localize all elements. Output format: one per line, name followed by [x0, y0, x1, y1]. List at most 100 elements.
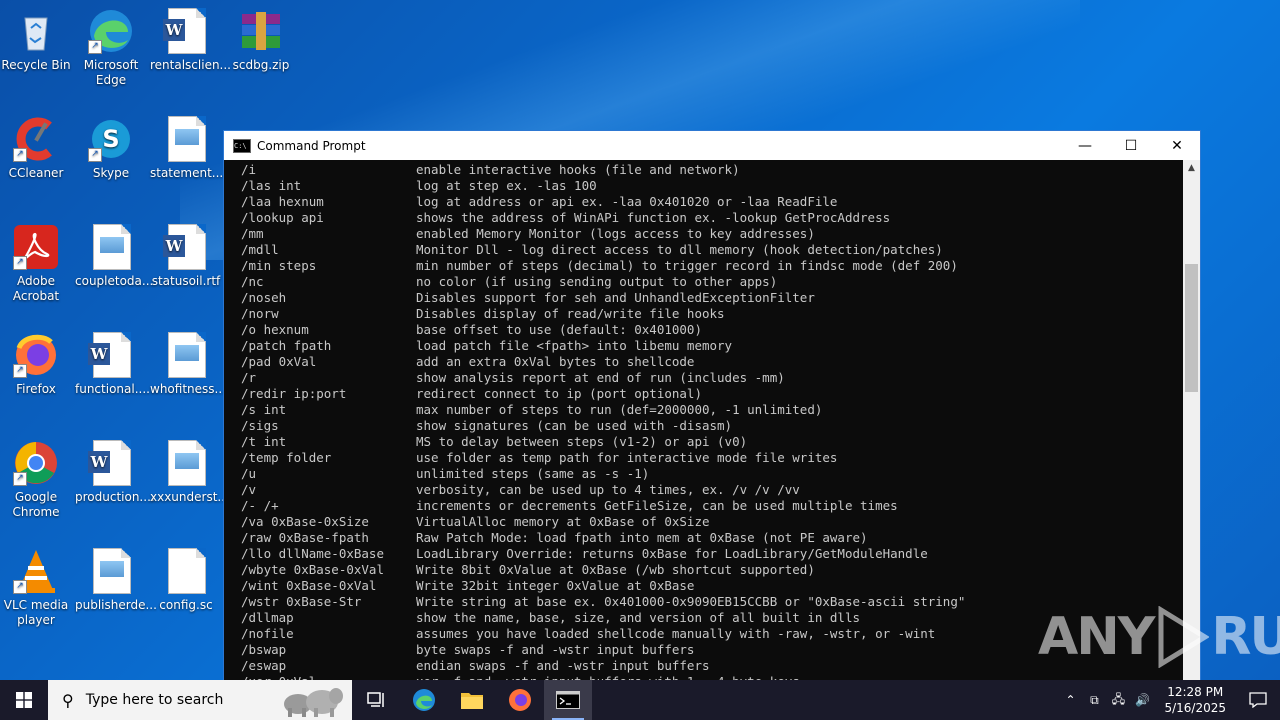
console-description: assumes you have loaded shellcode manual… — [416, 626, 936, 641]
console-description: endian swaps -f and -wstr input buffers — [416, 658, 710, 673]
taskbar-edge-icon[interactable] — [400, 680, 448, 720]
desktop-icon[interactable]: whofitness.... — [150, 332, 230, 397]
maximize-button[interactable]: ☐ — [1108, 131, 1154, 160]
console-line: /redir ip:port redirect connect to ip (po… — [241, 386, 1183, 402]
desktop-icon[interactable]: Recycle Bin — [0, 8, 72, 73]
console-description: max number of steps to run (def=2000000,… — [416, 402, 823, 417]
taskbar: ⚲ Type here to search ⌃ ⧉ 🖧 🔊 12:28 PM 5… — [0, 680, 1280, 720]
desktop-icon[interactable]: coupletoda... — [75, 224, 154, 289]
network-drive-icon[interactable]: ⧉ — [1082, 693, 1106, 708]
console-description: verbosity, can be used up to 4 times, ex… — [416, 482, 800, 497]
desktop-icon[interactable]: ↗ Adobe Acrobat — [0, 224, 72, 304]
console-option: /wint 0xBase-0xVal — [241, 578, 377, 593]
image-doc-icon — [163, 440, 209, 486]
desktop-icon-label: statusoil.rtf — [151, 274, 221, 288]
console-line: /llo dllName-0xBase LoadLibrary Override:… — [241, 546, 1183, 562]
console-option: /redir ip:port — [241, 386, 347, 401]
desktop-icon-label: statement.... — [150, 166, 228, 180]
window-titlebar[interactable]: C:\ Command Prompt — ☐ ✕ — [224, 131, 1200, 160]
desktop-icon[interactable]: ↗ Firefox — [0, 332, 72, 397]
image-doc-icon — [88, 548, 134, 594]
console-option: /s int — [241, 402, 287, 417]
console-line: /las int log at step ex. -las 100 — [241, 178, 1183, 194]
network-icon[interactable]: 🖧 — [1106, 690, 1130, 711]
watermark-left: ANY — [1038, 607, 1155, 667]
desktop-icon[interactable]: scdbg.zip — [225, 8, 297, 73]
console-option: /pad 0xVal — [241, 354, 317, 369]
clock-time: 12:28 PM — [1167, 685, 1224, 699]
taskbar-file-explorer-icon[interactable] — [448, 680, 496, 720]
desktop-icon[interactable]: xxxunderst... — [150, 440, 229, 505]
anyrun-watermark: ANY RUN — [1038, 606, 1280, 668]
console-line: /r show analysis report at end of run (in… — [241, 370, 1183, 386]
firefox-icon: ↗ — [13, 332, 59, 378]
console-line: /sigs show signatures (can be used with -… — [241, 418, 1183, 434]
start-button[interactable] — [0, 680, 48, 720]
scrollbar-thumb[interactable] — [1185, 264, 1198, 392]
desktop-icon-label: functional.... — [75, 382, 150, 396]
console-option: /va 0xBase-0xSize — [241, 514, 369, 529]
close-button[interactable]: ✕ — [1154, 131, 1200, 160]
console-option: /r — [241, 370, 257, 385]
console-option: /patch fpath — [241, 338, 332, 353]
play-logo-icon — [1158, 606, 1210, 668]
volume-icon[interactable]: 🔊 — [1130, 693, 1154, 707]
console-option: /min steps — [241, 258, 317, 273]
console-line: /i enable interactive hooks (file and net… — [241, 162, 1183, 178]
console-option: /o hexnum — [241, 322, 309, 337]
desktop-icon[interactable]: Wfunctional.... — [75, 332, 150, 397]
console-option: /u — [241, 466, 257, 481]
minimize-button[interactable]: — — [1062, 131, 1108, 160]
desktop-icon[interactable]: publisherde... — [75, 548, 157, 613]
desktop-icon[interactable]: S ↗ Skype — [75, 116, 147, 181]
windows-logo-icon — [16, 692, 32, 708]
search-placeholder: Type here to search — [85, 692, 224, 708]
console-line: /wint 0xBase-0xVal Write 32bit integer 0x… — [241, 578, 1183, 594]
taskbar-cmd-icon[interactable] — [544, 680, 592, 720]
console-line: /wbyte 0xBase-0xVal Write 8bit 0xValue at… — [241, 562, 1183, 578]
desktop-icon[interactable]: ↗ Google Chrome — [0, 440, 72, 520]
desktop-icon[interactable]: config.sc — [150, 548, 222, 613]
console-description: MS to delay between steps (v1-2) or api … — [416, 434, 748, 449]
console-option: /noseh — [241, 290, 287, 305]
blank-file-icon — [163, 548, 209, 594]
console-description: no color (if using sending output to oth… — [416, 274, 778, 289]
desktop-icon-label: coupletoda... — [75, 274, 154, 288]
cmd-app-icon: C:\ — [233, 138, 251, 153]
console-description: enabled Memory Monitor (logs access to k… — [416, 226, 815, 241]
desktop-icon[interactable]: Wrentalsclien... — [150, 8, 231, 73]
clock[interactable]: 12:28 PM 5/16/2025 — [1154, 684, 1236, 716]
svg-text:S: S — [102, 125, 119, 153]
console-line: /v verbosity, can be used up to 4 times, … — [241, 482, 1183, 498]
image-doc-icon — [88, 224, 134, 270]
console-description: Write 32bit integer 0xValue at 0xBase — [416, 578, 695, 593]
desktop-icon[interactable]: Wproduction.... — [75, 440, 155, 505]
console-description: Raw Patch Mode: load fpath into mem at 0… — [416, 530, 868, 545]
console-line: /patch fpath load patch file <fpath> into… — [241, 338, 1183, 354]
console-option: /nofile — [241, 626, 294, 641]
console-line: /t int MS to delay between steps (v1-2) o… — [241, 434, 1183, 450]
scroll-up-icon[interactable]: ▲ — [1183, 160, 1200, 177]
console-description: Disables display of read/write file hook… — [416, 306, 725, 321]
desktop-icon-label: VLC media player — [3, 598, 69, 627]
shortcut-arrow-icon: ↗ — [13, 364, 27, 378]
console-option: /eswap — [241, 658, 287, 673]
desktop-icon-label: CCleaner — [8, 166, 64, 180]
desktop-icon[interactable]: Wstatusoil.rtf — [150, 224, 222, 289]
edge-icon: ↗ — [88, 8, 134, 54]
desktop-icon[interactable]: ↗ VLC media player — [0, 548, 72, 628]
task-view-icon[interactable] — [352, 680, 400, 720]
taskbar-search-box[interactable]: ⚲ Type here to search — [48, 680, 352, 720]
notification-center-icon[interactable] — [1236, 680, 1280, 720]
console-line: /min steps min number of steps (decimal) … — [241, 258, 1183, 274]
console-option: /nc — [241, 274, 264, 289]
desktop-icon[interactable]: statement.... — [150, 116, 228, 181]
show-hidden-icons-icon[interactable]: ⌃ — [1058, 693, 1082, 707]
desktop-icon[interactable]: ↗ Microsoft Edge — [75, 8, 147, 88]
console-line: /mm enabled Memory Monitor (logs access t… — [241, 226, 1183, 242]
desktop-icon[interactable]: ↗ CCleaner — [0, 116, 72, 181]
console-option: /v — [241, 482, 257, 497]
taskbar-firefox-icon[interactable] — [496, 680, 544, 720]
console-option: /dllmap — [241, 610, 294, 625]
console-option: /bswap — [241, 642, 287, 657]
